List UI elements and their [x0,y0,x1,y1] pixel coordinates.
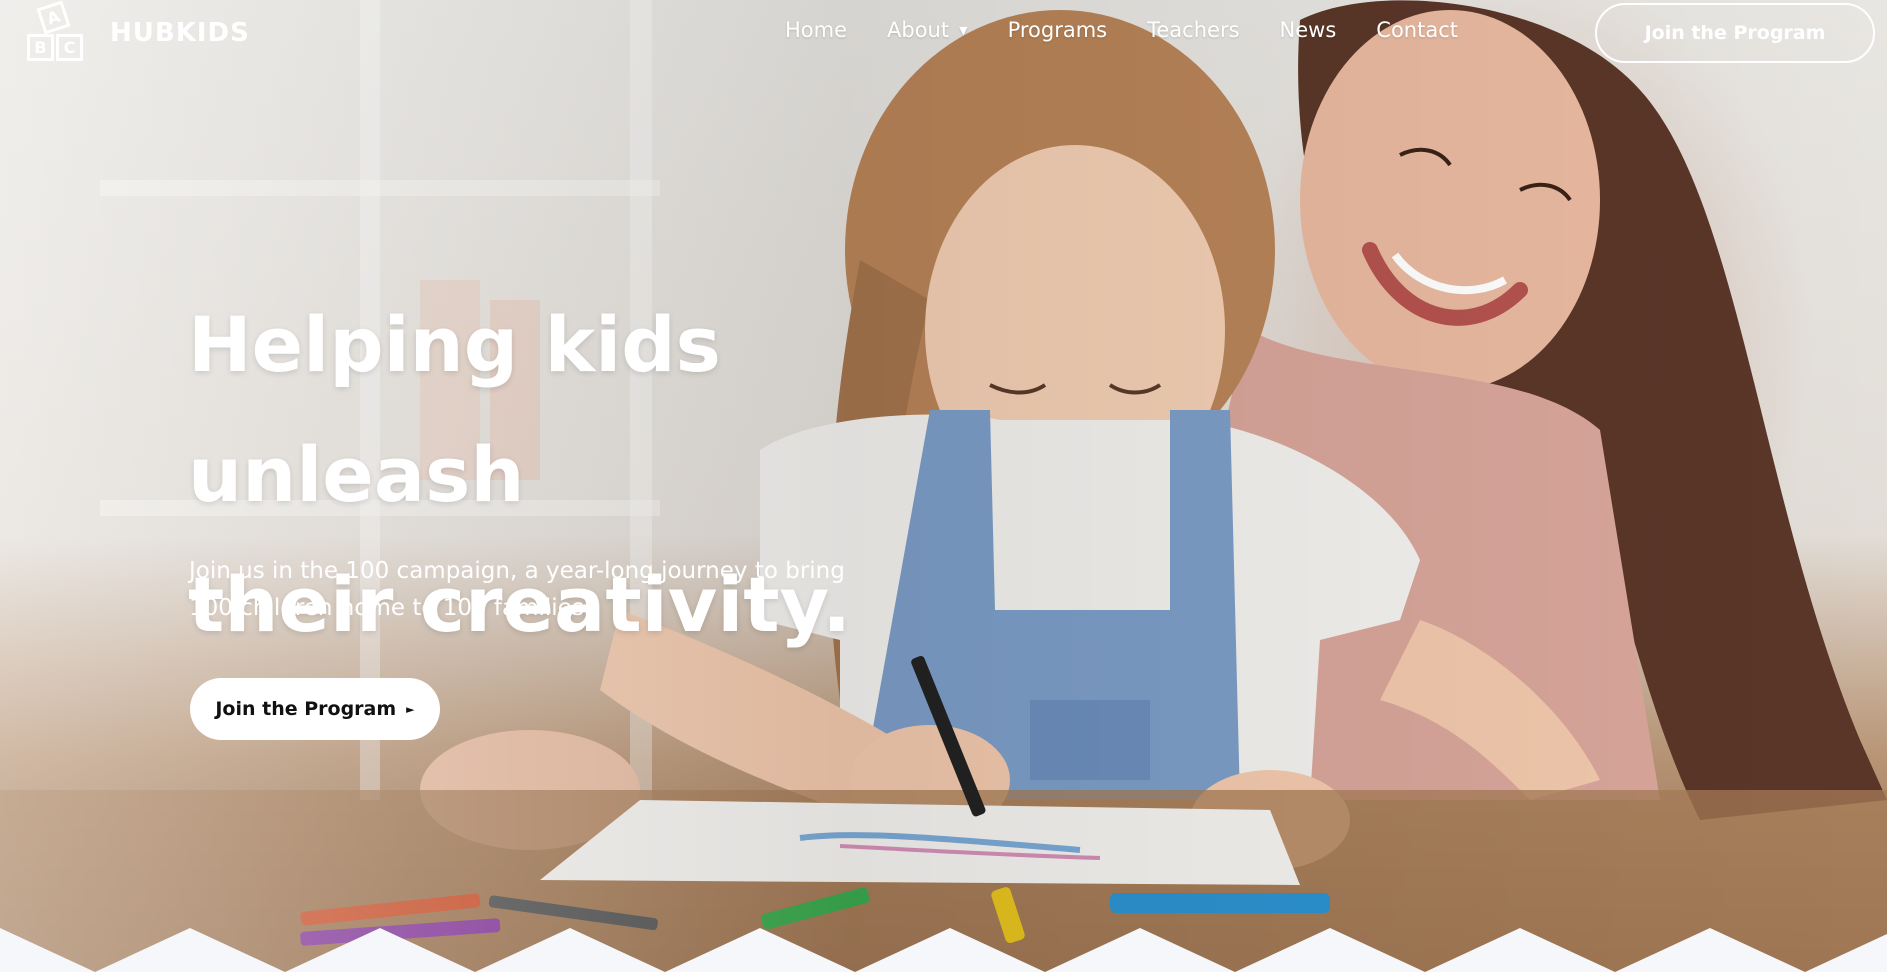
nav-item-programs-label: Programs [1007,18,1108,42]
hero-headline-line-1: Helping kids unleash [188,300,721,519]
nav-item-about[interactable]: About ▼ [887,18,968,42]
caret-down-icon: ▼ [959,23,968,37]
zigzag-divider [0,928,1887,972]
join-program-header-button[interactable]: Join the Program [1595,3,1875,63]
nav-item-programs[interactable]: Programs [1008,18,1108,42]
main-nav: Home About ▼ Programs Teachers News Cont… [785,18,1498,42]
nav-item-home-label: Home [785,18,848,42]
nav-item-teachers-label: Teachers [1147,18,1240,42]
nav-item-contact[interactable]: Contact [1376,18,1458,42]
site-header: A B C HUBKIDS Home About ▼ Programs Teac… [0,0,1887,66]
hero-subtext-line-2: 100 children home to 100 families. [189,595,592,621]
nav-item-contact-label: Contact [1376,18,1458,42]
abc-blocks-logo-icon: A B C [26,0,86,64]
nav-item-home[interactable]: Home [785,18,847,42]
join-program-hero-label: Join the Program [215,698,397,720]
hero-subtext: Join us in the 100 campaign, a year-long… [189,553,889,627]
nav-item-teachers[interactable]: Teachers [1147,18,1239,42]
nav-item-news[interactable]: News [1280,18,1337,42]
logo-block-c: C [56,34,83,61]
logo-block-b: B [27,34,54,61]
nav-item-news-label: News [1279,18,1337,42]
play-arrow-icon: ► [406,702,415,716]
nav-item-about-label: About [887,18,950,42]
site-logo[interactable]: A B C HUBKIDS [26,0,250,64]
hero-section: A B C HUBKIDS Home About ▼ Programs Teac… [0,0,1887,972]
hero-subtext-line-1: Join us in the 100 campaign, a year-long… [189,558,845,584]
logo-block-a: A [36,0,71,35]
join-program-header-label: Join the Program [1644,22,1826,44]
brand-name: HUBKIDS [110,18,250,48]
join-program-hero-button[interactable]: Join the Program ► [190,678,440,740]
